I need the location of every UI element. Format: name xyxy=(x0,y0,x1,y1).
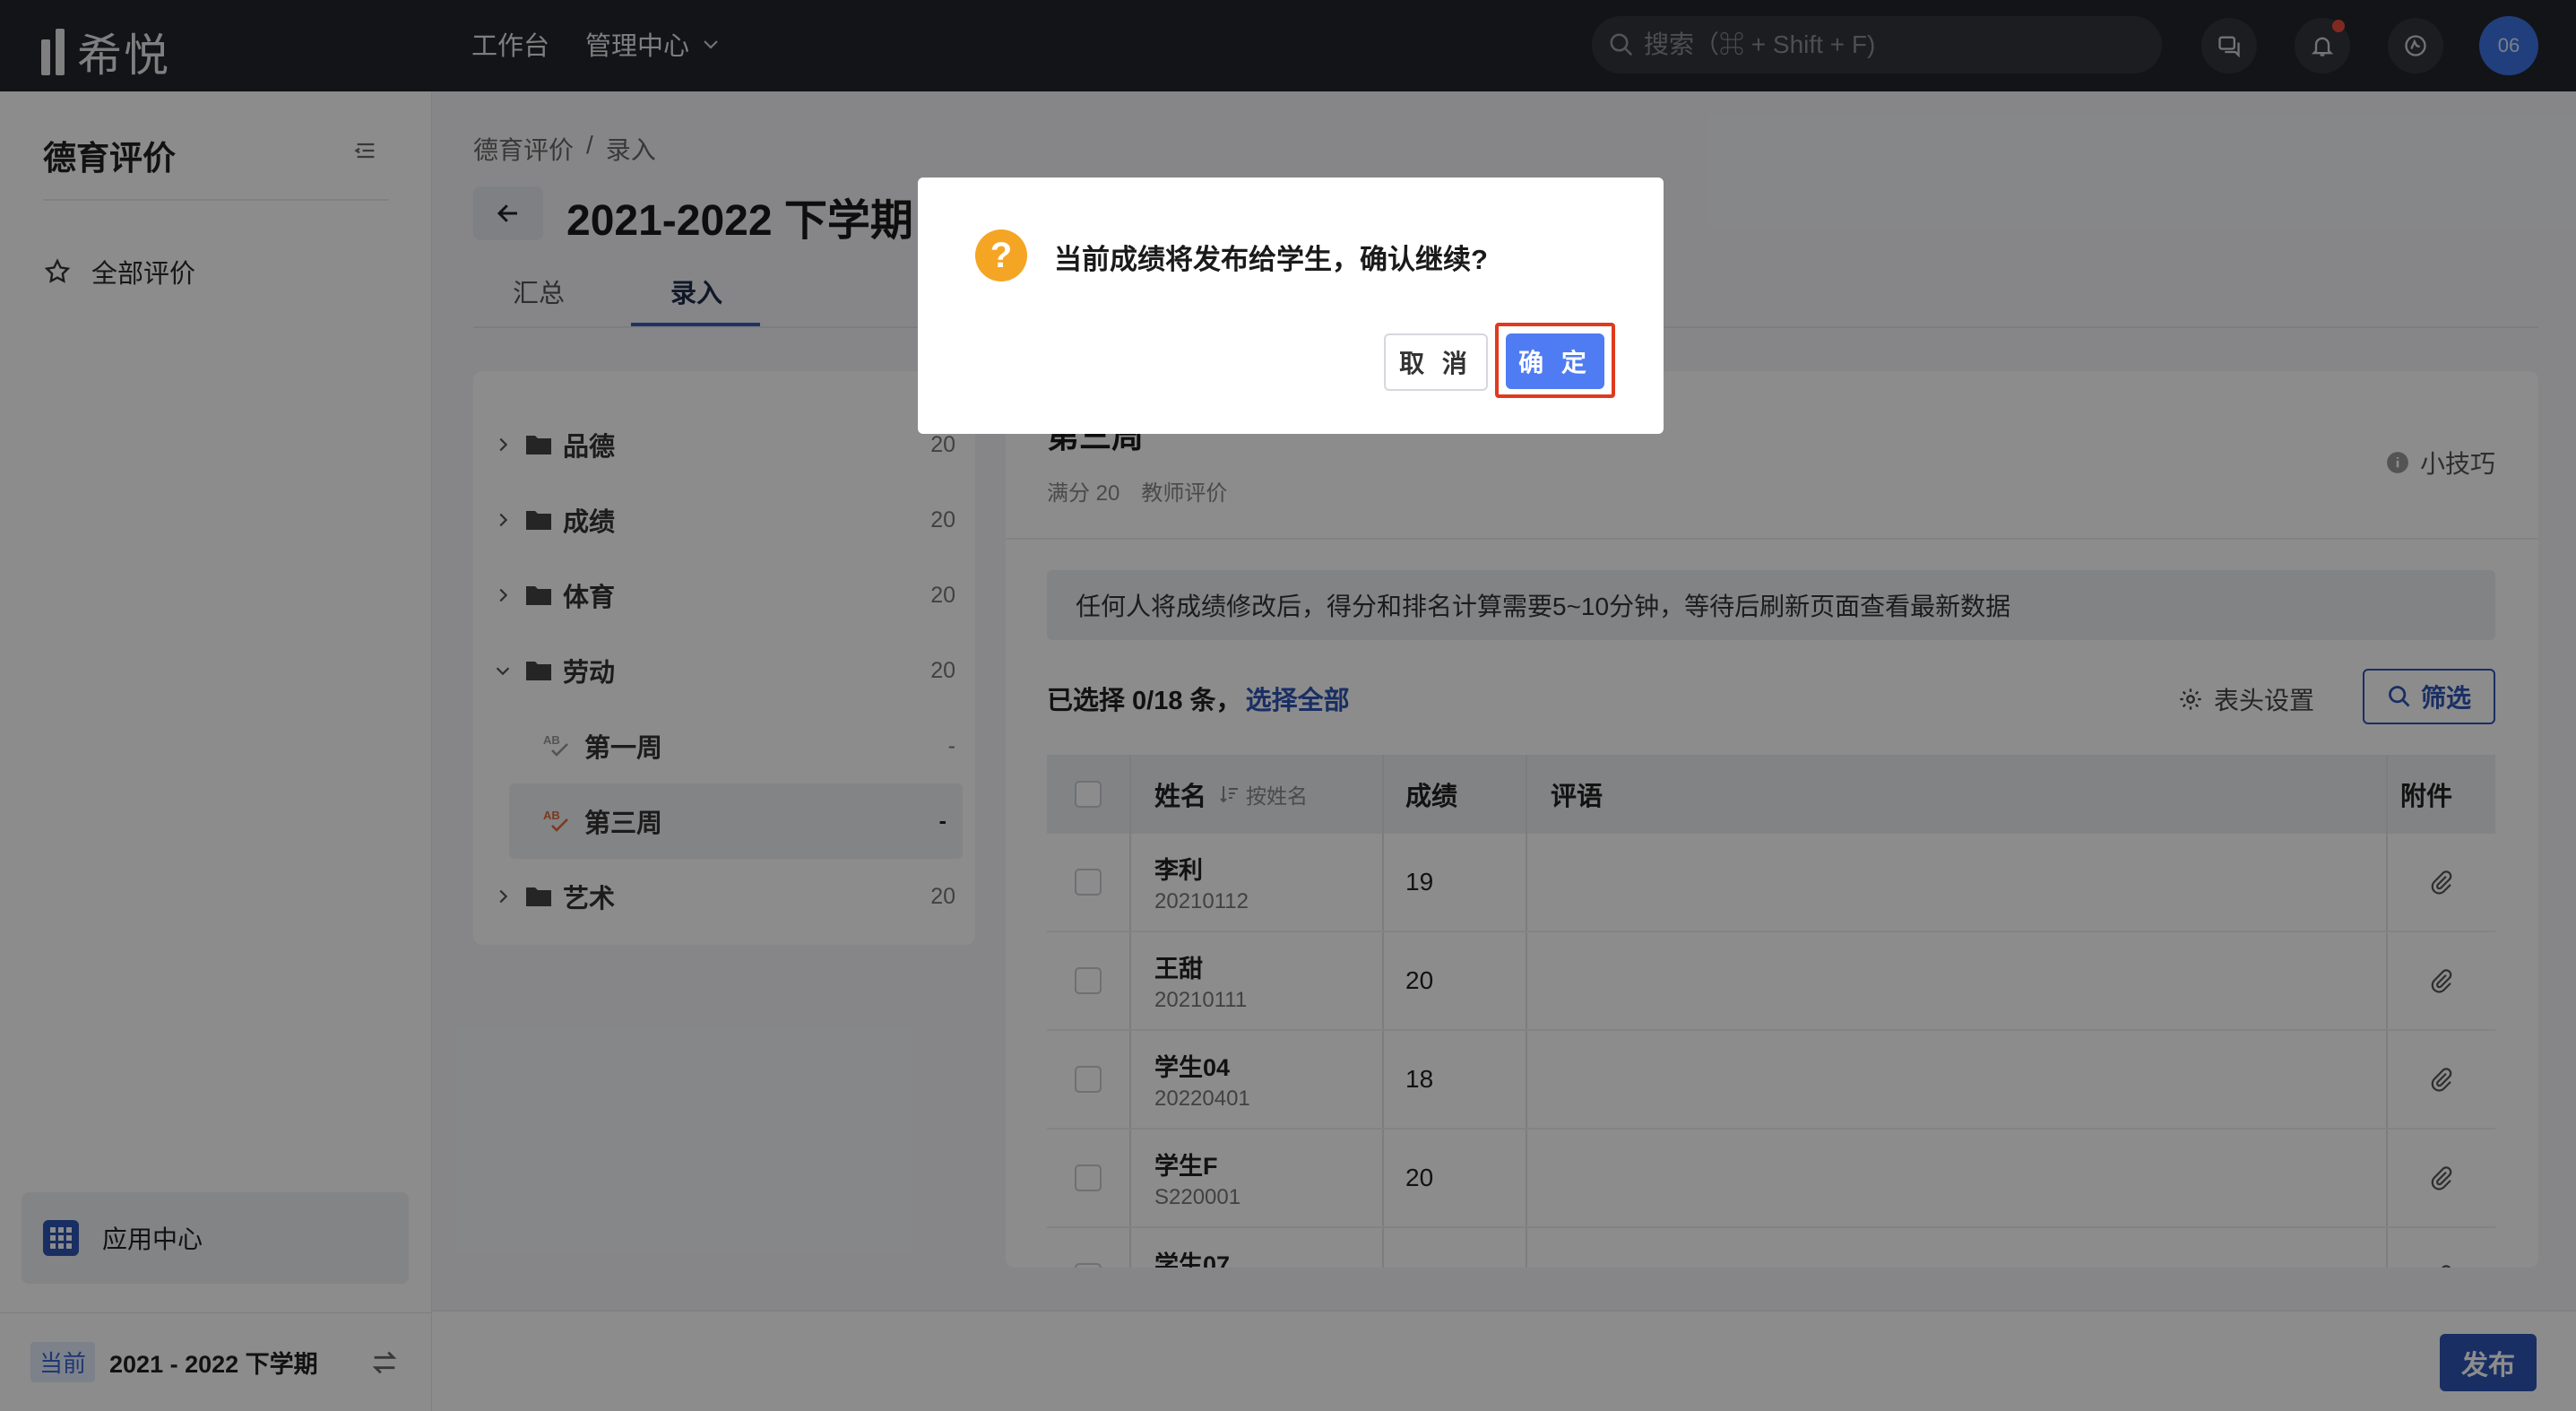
confirm-button[interactable]: 确 定 xyxy=(1506,333,1604,389)
cancel-button[interactable]: 取 消 xyxy=(1384,333,1488,391)
question-icon: ? xyxy=(975,229,1027,281)
confirm-dialog: ? 当前成绩将发布给学生，确认继续? 取 消 确 定 xyxy=(918,177,1664,434)
dialog-message: 当前成绩将发布给学生，确认继续? xyxy=(1054,244,1488,275)
confirm-highlight: 确 定 xyxy=(1495,323,1615,398)
